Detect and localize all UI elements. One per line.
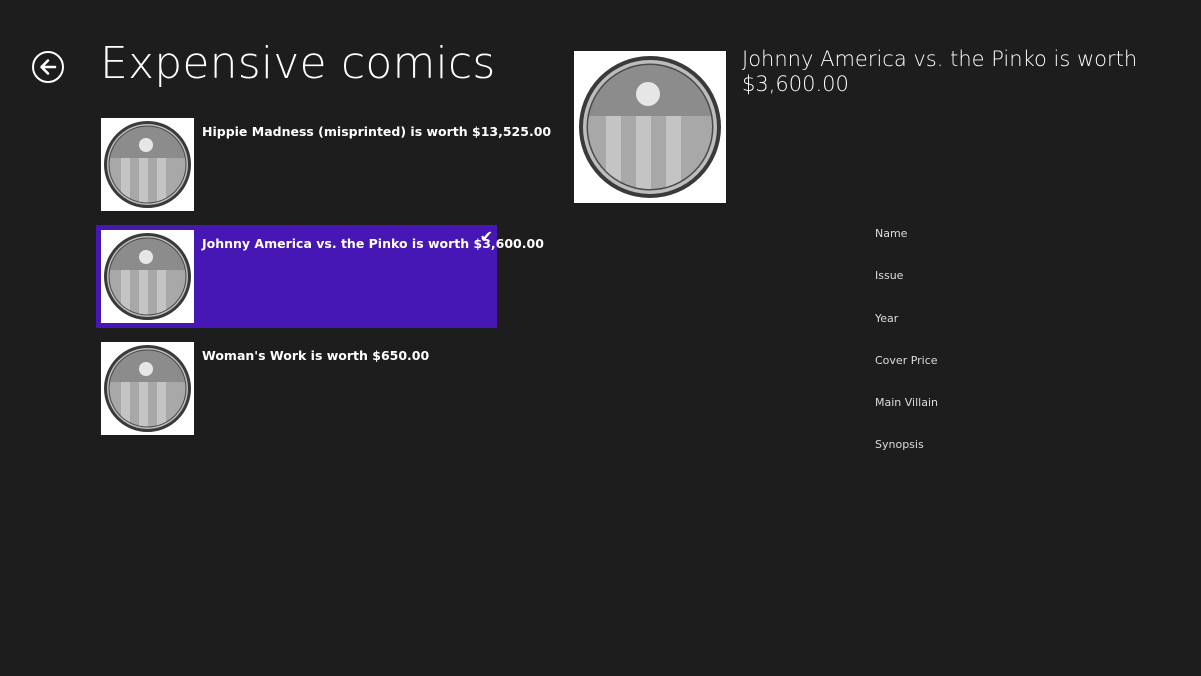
comic-cover-icon <box>104 345 191 432</box>
page-title: Expensive comics <box>100 38 496 89</box>
item-label: Woman's Work is worth $650.00 <box>202 348 430 363</box>
list-item[interactable]: Woman's Work is worth $650.00 <box>96 337 497 440</box>
comic-cover-icon <box>104 121 191 208</box>
field-label-synopsis: Synopsis <box>875 438 924 452</box>
list-item[interactable]: Johnny America vs. the Pinko is worth $3… <box>96 225 544 328</box>
back-button[interactable] <box>32 51 64 83</box>
comics-list: Hippie Madness (misprinted) is worth $13… <box>96 113 551 449</box>
comic-thumbnail <box>101 230 194 323</box>
list-item[interactable]: Hippie Madness (misprinted) is worth $13… <box>96 113 551 216</box>
field-label-issue: Issue <box>875 269 904 283</box>
detail-title: Johnny America vs. the Pinko is worth $3… <box>742 47 1138 96</box>
arrow-left-icon <box>40 59 57 75</box>
detail-fields: Name Issue Year Cover Price Main Villain… <box>875 227 938 481</box>
comic-thumbnail <box>101 342 194 435</box>
comic-cover-icon <box>579 56 721 198</box>
detail-image <box>574 51 726 203</box>
field-label-main-villain: Main Villain <box>875 396 938 410</box>
comic-thumbnail <box>101 118 194 211</box>
field-label-name: Name <box>875 227 908 240</box>
item-label: Hippie Madness (misprinted) is worth $13… <box>202 124 552 139</box>
field-label-cover-price: Cover Price <box>875 353 938 367</box>
field-label-year: Year <box>875 311 899 325</box>
comic-cover-icon <box>104 233 191 320</box>
checkmark-icon: ✔ <box>479 227 493 246</box>
